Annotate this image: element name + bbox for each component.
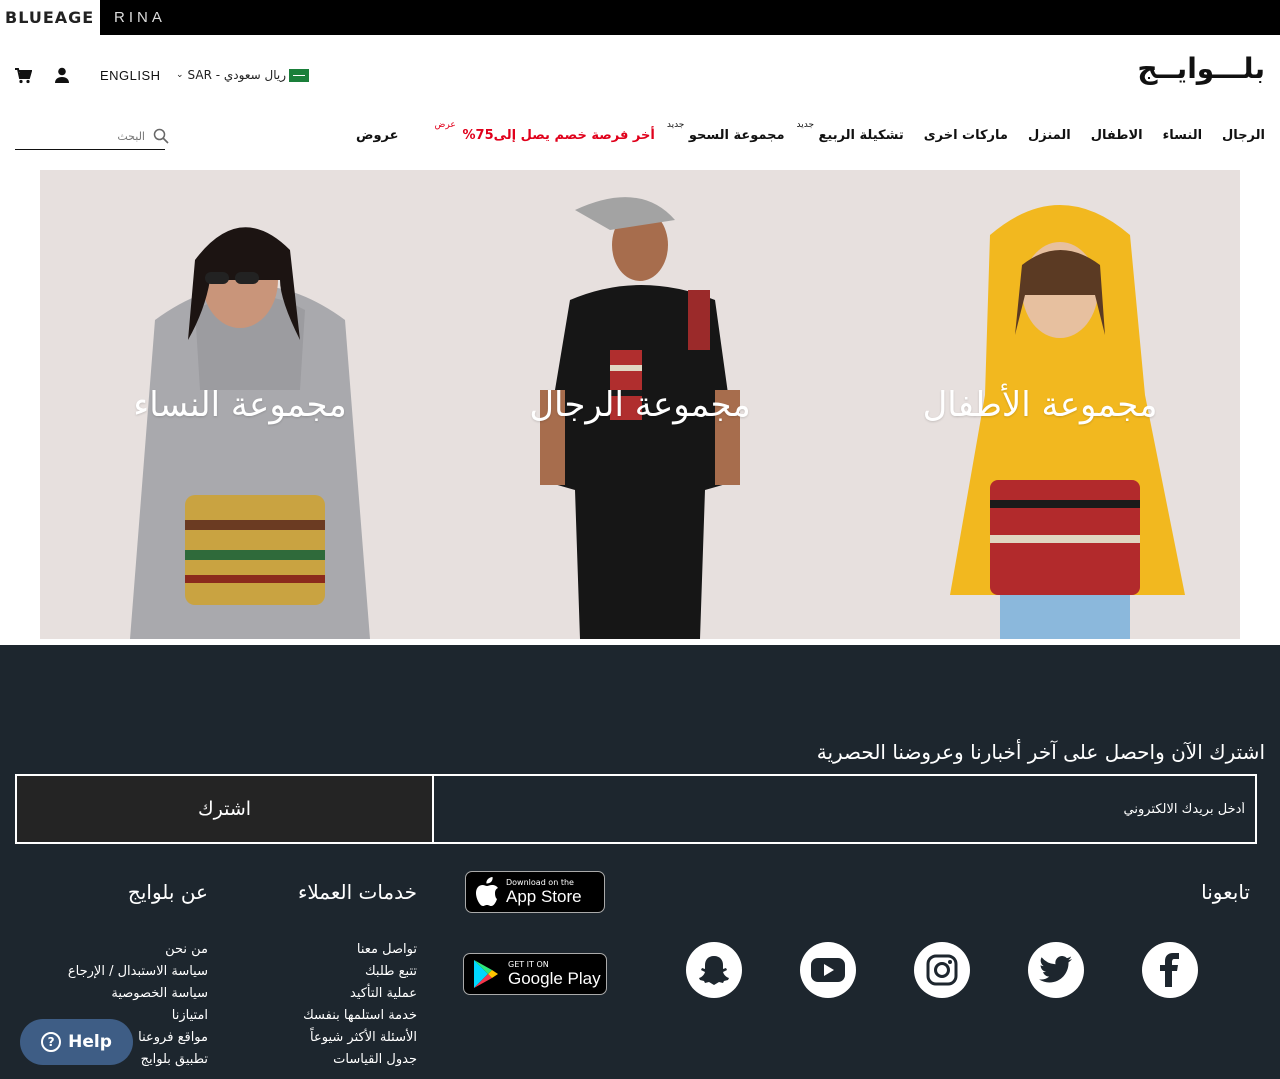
nav-item-spring[interactable]: تشكيلة الربيع جديد <box>797 120 904 143</box>
link-privacy-policy[interactable]: سياسة الخصوصية <box>68 983 208 1005</box>
snapchat-icon[interactable] <box>686 942 742 998</box>
facebook-icon[interactable] <box>1142 942 1198 998</box>
help-label: Help <box>68 1032 112 1052</box>
brand-rina-link[interactable]: RINA <box>114 0 166 35</box>
google-play-icon <box>474 960 498 988</box>
instagram-icon[interactable] <box>914 942 970 998</box>
chevron-down-icon: ⌄ <box>176 70 184 80</box>
link-size-chart[interactable]: جدول القياسات <box>303 1049 417 1071</box>
link-track-order[interactable]: تتبع طلبك <box>303 961 417 983</box>
nav-item-kids[interactable]: الاطفال <box>1091 128 1143 143</box>
link-about-us[interactable]: من نحن <box>68 939 208 961</box>
question-icon: ? <box>41 1032 62 1052</box>
currency-label: SAR - ريال سعودي <box>187 68 287 82</box>
main-nav: الرجال النساء الاطفال المنزل ماركات اخرى… <box>336 120 1265 148</box>
nav-item-women[interactable]: النساء <box>1163 128 1202 143</box>
men-collection-title: مجموعة الرجال <box>529 385 751 425</box>
nav-item-home[interactable]: المنزل <box>1028 128 1071 143</box>
user-icon[interactable] <box>54 67 70 83</box>
new-badge: جديد <box>666 119 685 130</box>
search-icon[interactable] <box>153 128 169 144</box>
nav-item-offers[interactable]: عروض <box>356 128 399 143</box>
link-faq[interactable]: الأسئلة الأكثر شيوعاً <box>303 1027 417 1049</box>
about-title: عن بلوايج <box>127 880 208 904</box>
kids-collection-title: مجموعة الأطفال <box>922 385 1158 425</box>
link-confirmation-process[interactable]: عملية التأكيد <box>303 983 417 1005</box>
kids-collection-panel[interactable]: مجموعة الأطفال <box>840 170 1240 639</box>
women-collection-title: مجموعة النساء <box>133 385 347 425</box>
saudi-flag-icon <box>289 68 310 82</box>
appstore-big-text: App Store <box>506 887 582 906</box>
nav-item-last-chance-sale[interactable]: أخر فرصة خصم يصل إلى75% عرض <box>435 120 655 143</box>
subscribe-title: اشترك الآن واحصل على آخر أخبارنا وعروضنا… <box>816 740 1265 764</box>
hero-banner: مجموعة النساء مجموعة الرجال مجموعة الأطف… <box>40 170 1240 639</box>
footer: اشترك الآن واحصل على آخر أخبارنا وعروضنا… <box>0 645 1280 1079</box>
new-badge: جديد <box>796 119 815 130</box>
language-switch[interactable]: ENGLISH <box>100 68 161 83</box>
nav-item-men[interactable]: الرجال <box>1222 128 1265 143</box>
site-logo[interactable]: بلـــوايــج <box>1125 50 1266 88</box>
link-contact-us[interactable]: تواصل معنا <box>303 939 417 961</box>
youtube-icon[interactable] <box>800 942 856 998</box>
google-play-badge[interactable]: GET IT ON Google Play <box>463 953 607 995</box>
help-button[interactable]: ? Help <box>20 1019 133 1065</box>
customer-service-title: خدمات العملاء <box>297 880 417 904</box>
subscribe-button[interactable]: اشترك <box>17 776 434 842</box>
brand-blueage-link[interactable]: BLUEAGE <box>0 0 100 35</box>
email-input[interactable] <box>432 776 1255 842</box>
search-box <box>15 124 169 150</box>
googleplay-big-text: Google Play <box>508 969 601 988</box>
app-store-badge[interactable]: Download on the App Store <box>465 871 605 913</box>
nav-item-other-brands[interactable]: ماركات اخرى <box>924 128 1008 143</box>
women-collection-panel[interactable]: مجموعة النساء <box>40 170 440 639</box>
twitter-icon[interactable] <box>1028 942 1084 998</box>
googleplay-small-text: GET IT ON <box>508 960 549 969</box>
link-click-collect[interactable]: خدمة استلمها بنفسك <box>303 1005 417 1027</box>
men-collection-panel[interactable]: مجموعة الرجال <box>440 170 840 639</box>
customer-service-links: تواصل معنا تتبع طلبك عملية التأكيد خدمة … <box>303 939 417 1071</box>
apple-icon <box>476 877 498 906</box>
appstore-small-text: Download on the <box>506 878 574 887</box>
brand-bar: BLUEAGE RINA <box>0 0 1280 35</box>
link-return-policy[interactable]: سياسة الاستبدال / الإرجاع <box>68 961 208 983</box>
logo-text: بلـــوايــج <box>1137 52 1266 85</box>
cart-icon[interactable] <box>14 68 32 84</box>
follow-us-title: تابعونا <box>1201 880 1250 904</box>
currency-selector[interactable]: ⌄ SAR - ريال سعودي <box>176 66 310 84</box>
search-input[interactable] <box>15 124 145 148</box>
subscribe-form: اشترك <box>15 774 1257 844</box>
offer-badge: عرض <box>434 119 456 130</box>
nav-item-sadu[interactable]: مجموعة السحو جديد <box>667 120 785 143</box>
